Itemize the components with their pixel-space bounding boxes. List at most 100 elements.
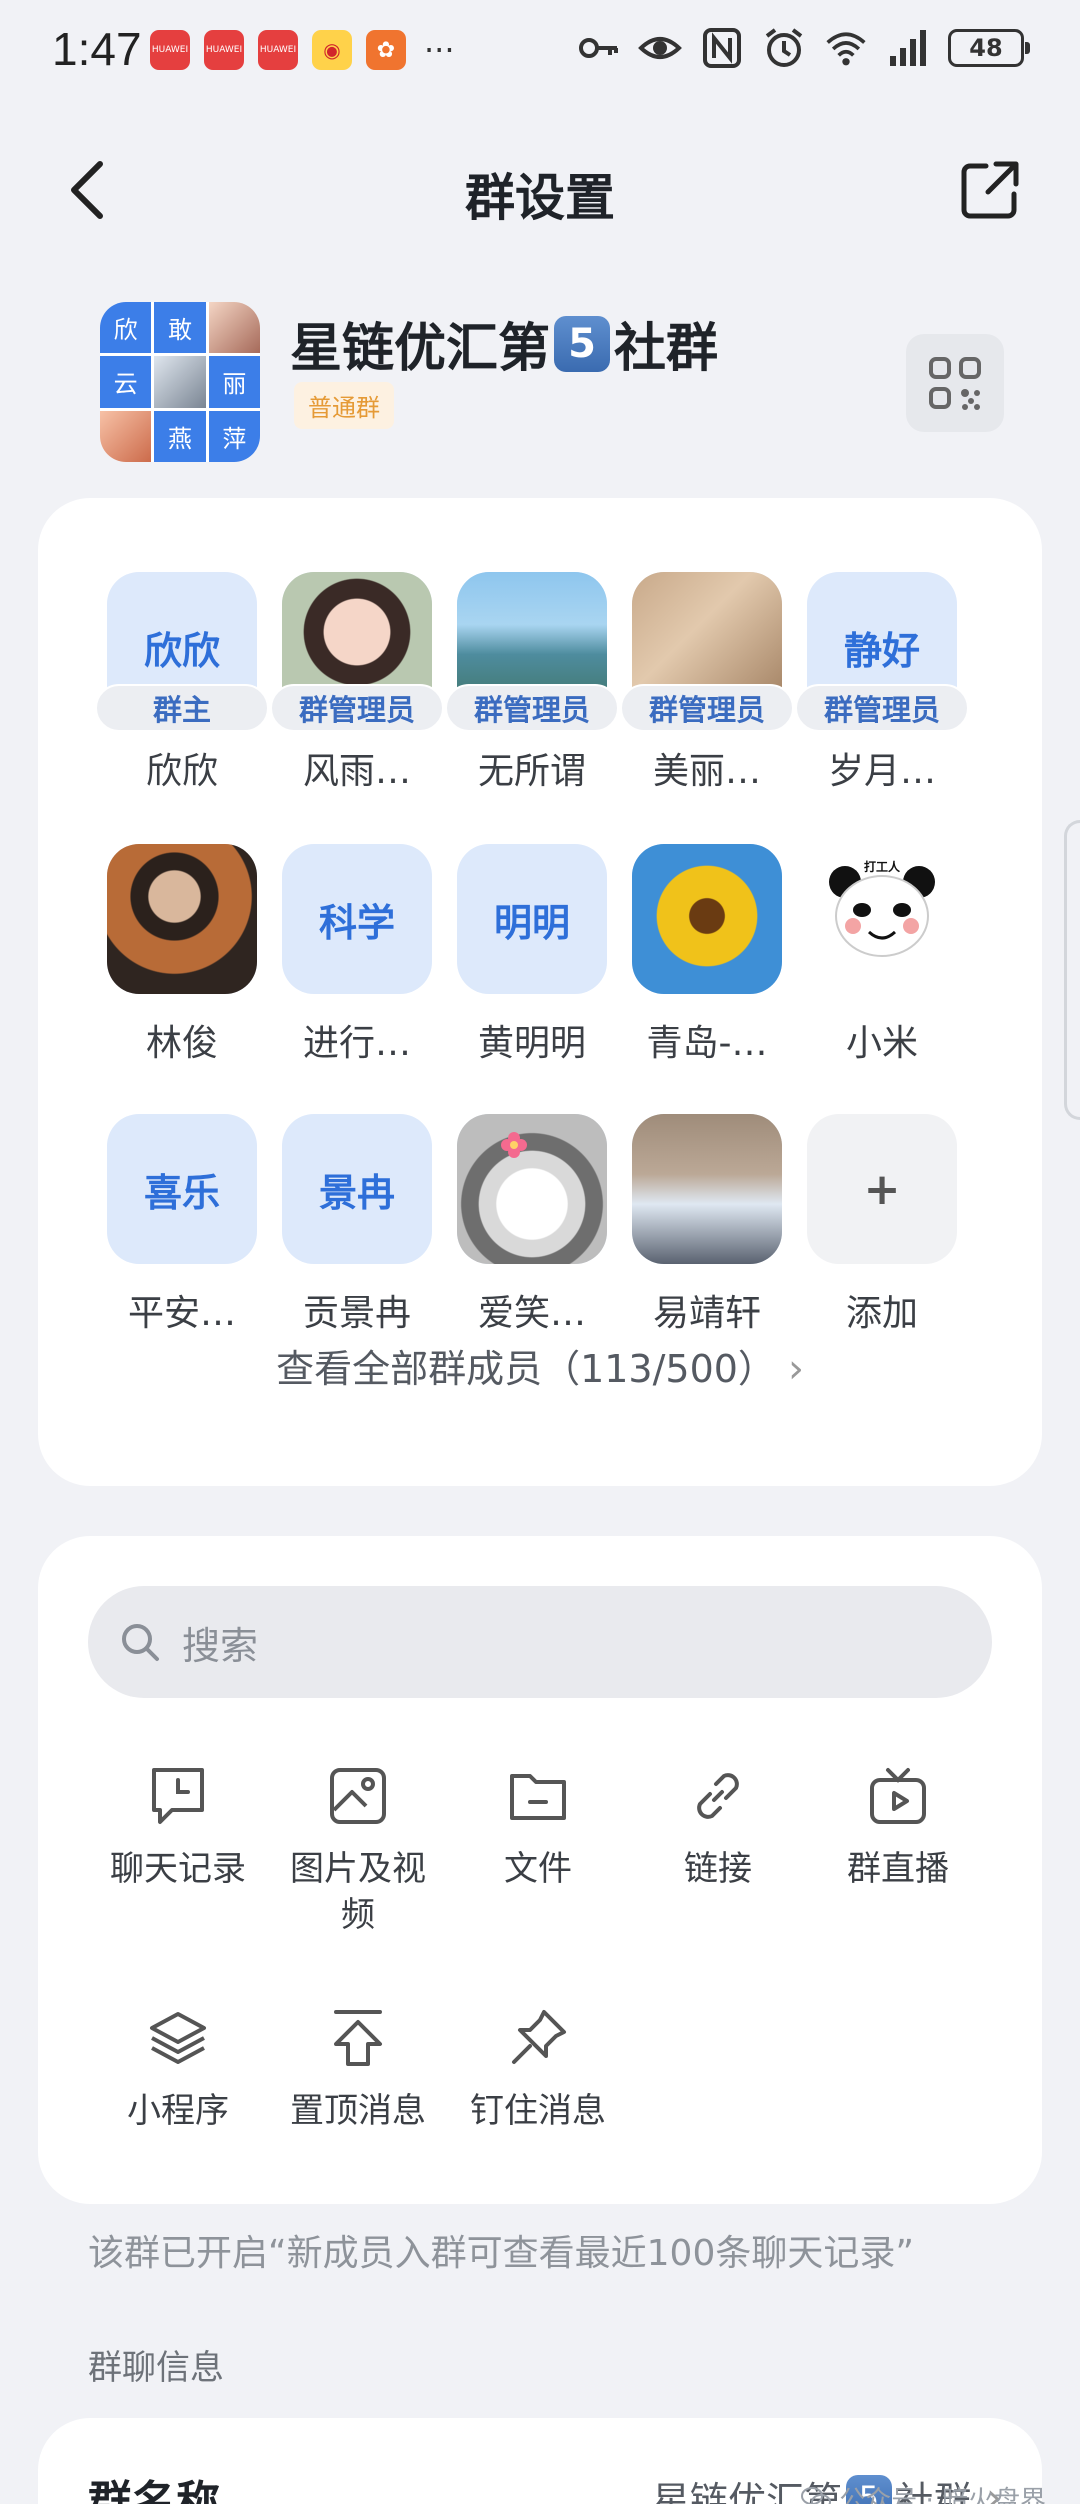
member-avatar: 明明: [457, 844, 607, 994]
group-type-badge: 普通群: [294, 382, 394, 429]
member-name: 平安…: [127, 1293, 236, 1334]
member-name: 岁月…: [827, 751, 936, 792]
pin-top-icon: [326, 2006, 390, 2070]
member-avatar: [107, 844, 257, 994]
member-name: 黄明明: [477, 1023, 586, 1064]
view-all-members-link[interactable]: 查看全部群成员（113/500） ›: [38, 1338, 1042, 1393]
member-avatar: 静好 群管理员: [795, 572, 969, 732]
member-role-badge: 群管理员: [795, 684, 969, 732]
member-item[interactable]: 群管理员 美丽…: [619, 572, 795, 794]
member-avatar: 景冉: [282, 1114, 432, 1264]
member-avatar-text: 明明: [493, 900, 570, 945]
tool-pinned-messages[interactable]: 钉住消息: [448, 2006, 628, 2134]
group-avatar-cell: 丽: [208, 356, 260, 408]
wechat-icon: [801, 2486, 832, 2504]
group-avatar-cell: 云: [100, 356, 152, 408]
pushpin-icon: [506, 2006, 570, 2070]
group-avatar[interactable]: 欣 敢 云 丽 燕 萍: [100, 302, 260, 462]
chat-history-icon: [146, 1764, 210, 1828]
member-avatar: 欣欣 群主: [95, 572, 269, 732]
member-item[interactable]: 爱笑…: [444, 1114, 620, 1336]
member-item[interactable]: 打工人 小米: [794, 844, 970, 1066]
huawei-app-icon: HUAWEI: [204, 30, 244, 70]
member-name: 美丽…: [652, 751, 761, 792]
huawei-app-icon: HUAWEI: [150, 30, 190, 70]
signal-icon: [886, 26, 930, 70]
side-panel-handle[interactable]: [1064, 820, 1080, 1120]
member-name: 添加: [845, 1293, 918, 1334]
member-name: 易靖轩: [652, 1293, 761, 1334]
member-name: 青岛-…: [646, 1023, 768, 1064]
member-name: 小米: [845, 1023, 918, 1064]
eye-icon: [638, 26, 682, 70]
member-name: 风雨…: [302, 751, 411, 792]
tool-label: 小程序: [127, 2091, 229, 2131]
tool-label: 群直播: [847, 1849, 949, 1889]
group-avatar-cell: [154, 356, 206, 408]
view-all-label: 查看全部群成员（113/500）: [276, 1347, 776, 1391]
member-item[interactable]: 群管理员 风雨…: [269, 572, 445, 794]
status-time: 1:47: [52, 23, 142, 75]
member-item[interactable]: 林俊: [94, 844, 270, 1066]
member-role-badge: 群管理员: [270, 684, 444, 732]
group-avatar-cell: 萍: [208, 410, 260, 462]
member-avatar: 群管理员: [620, 572, 794, 732]
tool-mini-programs[interactable]: 小程序: [88, 2006, 268, 2134]
group-avatar-cell: [100, 410, 152, 462]
member-avatar-text: 科学: [318, 900, 395, 945]
history-notice: 该群已开启“新成员入群可查看最近100条聊天记录”: [88, 2233, 915, 2274]
member-avatar-text: 打工人: [863, 860, 900, 874]
search-placeholder: 搜索: [182, 1623, 259, 1668]
layers-icon: [146, 2006, 210, 2070]
tool-links[interactable]: 链接: [628, 1764, 808, 1892]
member-avatar: 群管理员: [445, 572, 619, 732]
member-role-badge: 群管理员: [620, 684, 794, 732]
group-name-prefix: 星链优汇第: [290, 319, 551, 379]
tool-group-live[interactable]: 群直播: [808, 1764, 988, 1892]
member-item[interactable]: 静好 群管理员 岁月…: [794, 572, 970, 794]
add-member-button[interactable]: + 添加: [794, 1114, 970, 1336]
group-name-label: 群名称: [88, 2477, 220, 2504]
group-avatar-cell: 敢: [154, 302, 206, 354]
group-avatar-cell: [208, 302, 260, 354]
member-item[interactable]: 易靖轩: [619, 1114, 795, 1336]
member-avatar: 科学: [282, 844, 432, 994]
flower-icon: [501, 1132, 527, 1158]
member-avatar-text: 喜乐: [143, 1170, 220, 1215]
member-avatar: [632, 1114, 782, 1264]
member-name: 欣欣: [145, 751, 218, 792]
folder-icon: [506, 1764, 570, 1828]
notification-icons: HUAWEI HUAWEI HUAWEI ◉ ✿ ···: [150, 30, 455, 70]
group-number-badge: 5: [554, 315, 611, 372]
member-item[interactable]: 青岛-…: [619, 844, 795, 1066]
more-notifications-icon: ···: [424, 31, 455, 69]
member-name: 林俊: [145, 1023, 218, 1064]
search-input[interactable]: 搜索: [88, 1586, 992, 1698]
weibo-icon: ◉: [312, 30, 352, 70]
system-icons: 48: [576, 26, 1030, 70]
member-item[interactable]: 欣欣 群主 欣欣: [94, 572, 270, 794]
chevron-right-icon: ›: [787, 1346, 804, 1392]
qr-code-button[interactable]: [906, 334, 1004, 432]
header: 群设置: [0, 140, 1080, 240]
tool-label: 链接: [684, 1849, 752, 1889]
member-item[interactable]: 科学 进行…: [269, 844, 445, 1066]
tools-card: 搜索 聊天记录 图片及视频 文件 链接 群直播 小程序 置顶消息 钉住消息: [38, 1536, 1042, 2204]
search-icon: [122, 1624, 159, 1661]
member-name: 贡景冉: [302, 1293, 411, 1334]
tool-chat-history[interactable]: 聊天记录: [88, 1764, 268, 1892]
member-item[interactable]: 景冉 贡景冉: [269, 1114, 445, 1336]
member-name: 爱笑…: [477, 1293, 586, 1334]
member-item[interactable]: 群管理员 无所谓: [444, 572, 620, 794]
member-role-badge: 群主: [95, 684, 269, 732]
member-name: 进行…: [302, 1023, 411, 1064]
tool-images-videos[interactable]: 图片及视频: [268, 1764, 448, 1938]
group-avatar-cell: 燕: [154, 410, 206, 462]
member-item[interactable]: 喜乐 平安…: [94, 1114, 270, 1336]
tool-pinned-top-messages[interactable]: 置顶消息: [268, 2006, 448, 2134]
share-button[interactable]: [956, 156, 1024, 224]
tool-files[interactable]: 文件: [448, 1764, 628, 1892]
group-name[interactable]: 星链优汇第 5 社群: [290, 306, 718, 381]
share-external-icon: [961, 161, 1019, 219]
member-item[interactable]: 明明 黄明明: [444, 844, 620, 1066]
